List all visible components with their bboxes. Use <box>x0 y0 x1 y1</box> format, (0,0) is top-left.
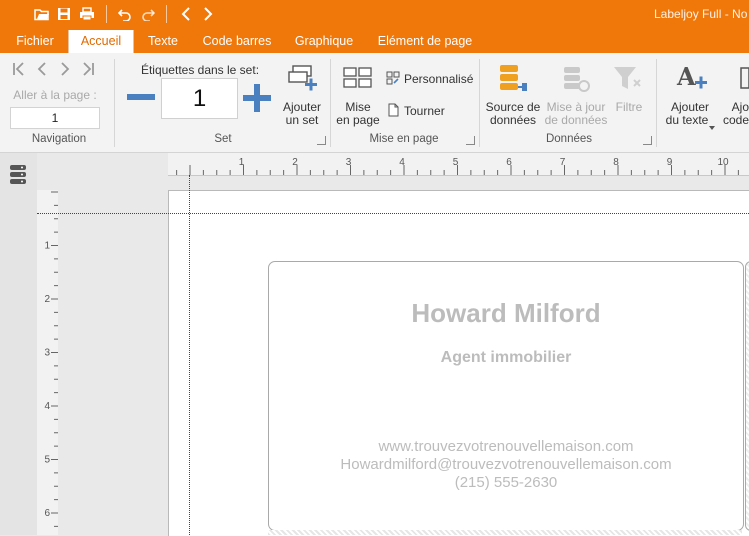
goto-page-input[interactable]: 1 <box>10 107 100 129</box>
ruler-label: 8 <box>613 157 619 168</box>
back-arrow-icon[interactable] <box>176 6 196 22</box>
horizontal-ruler-ticks: 1 2 3 4 5 6 7 8 9 10 <box>176 157 739 175</box>
horizontal-ruler[interactable]: 1 2 3 4 5 6 7 8 9 10 <box>168 153 749 176</box>
custom-layout-button[interactable]: Personnalisé <box>404 72 473 86</box>
ruler-label: 6 <box>44 508 50 519</box>
title-bar: Labeljoy Full - No Fichier Accueil Texte… <box>0 0 749 53</box>
group-label-navigation: Navigation <box>31 133 87 145</box>
vertical-ruler[interactable]: 1 2 3 4 5 6 <box>37 190 58 535</box>
page-layout-icon[interactable] <box>343 67 373 92</box>
last-page-icon[interactable] <box>81 62 95 79</box>
add-text-icon[interactable]: A <box>675 61 709 98</box>
print-icon[interactable] <box>77 6 97 22</box>
add-barcode-label-2[interactable]: code <box>721 114 749 127</box>
add-barcode-label-1[interactable]: Ajo <box>729 101 749 114</box>
ruler-label: 7 <box>560 157 566 168</box>
tab-graphique[interactable]: Graphique <box>288 30 360 53</box>
ruler-label: 2 <box>292 157 298 168</box>
page-layout-label-2[interactable]: en page <box>334 114 382 127</box>
separator <box>166 5 167 23</box>
save-icon[interactable] <box>54 6 74 22</box>
ruler-label: 1 <box>44 241 50 252</box>
update-data-label-2: de données <box>544 113 608 127</box>
window-title: Labeljoy Full - No <box>654 7 748 21</box>
goto-page-label: Aller à la page : <box>13 88 97 102</box>
ruler-label: 3 <box>44 348 50 359</box>
ribbon: Aller à la page : 1 Navigation Étiquette… <box>0 53 749 153</box>
tab-element-de-page[interactable]: Elément de page <box>372 30 478 53</box>
tab-texte[interactable]: Texte <box>138 30 188 53</box>
data-source-icon[interactable] <box>498 63 528 98</box>
rotate-button[interactable]: Tourner <box>404 104 445 118</box>
svg-text:A: A <box>676 62 696 91</box>
labels-in-set-title: Étiquettes dans le set: <box>140 63 260 77</box>
minus-icon[interactable] <box>126 89 156 108</box>
open-folder-icon[interactable] <box>32 6 52 22</box>
label-name[interactable]: Howard Milford <box>269 298 743 329</box>
separator <box>114 59 115 147</box>
tab-accueil[interactable]: Accueil <box>68 30 134 53</box>
group-label-set: Set <box>214 133 232 145</box>
add-set-icon[interactable] <box>287 64 319 97</box>
ruler-label: 5 <box>453 157 459 168</box>
set-options-launcher-icon[interactable] <box>317 136 326 145</box>
database-panel-icon[interactable] <box>9 164 27 189</box>
ruler-label: 1 <box>239 157 245 168</box>
ruler-label: 3 <box>346 157 352 168</box>
custom-layout-icon[interactable] <box>386 71 400 88</box>
group-label-data: Données <box>545 133 593 145</box>
forward-arrow-icon[interactable] <box>198 6 218 22</box>
data-options-launcher-icon[interactable] <box>643 136 652 145</box>
ruler-label: 4 <box>44 401 50 412</box>
ruler-label: 10 <box>717 157 729 168</box>
add-text-label-2[interactable]: du texte <box>663 114 711 127</box>
label-shadow-strip <box>268 530 742 535</box>
margin-guide-vertical <box>189 175 190 535</box>
rotate-icon[interactable] <box>386 103 400 120</box>
update-data-icon <box>562 65 592 98</box>
add-text-dropdown-icon[interactable] <box>709 119 715 133</box>
filter-icon <box>612 64 644 97</box>
separator <box>330 59 331 147</box>
label-role[interactable]: Agent immobilier <box>269 349 743 367</box>
filter-label: Filtre <box>615 100 643 114</box>
undo-icon[interactable] <box>115 6 135 22</box>
ruler-label: 6 <box>506 157 512 168</box>
first-page-icon[interactable] <box>12 62 26 79</box>
ruler-label: 4 <box>399 157 405 168</box>
data-source-label-2[interactable]: données <box>484 114 542 127</box>
previous-page-icon[interactable] <box>36 62 48 79</box>
labels-count-input[interactable]: 1 <box>161 78 238 119</box>
redo-icon[interactable] <box>138 6 158 22</box>
label-card[interactable]: Howard Milford Agent immobilier www.trou… <box>268 261 744 531</box>
separator <box>106 5 107 23</box>
margin-guide-horizontal <box>37 213 749 214</box>
layout-options-launcher-icon[interactable] <box>466 136 475 145</box>
side-panel <box>0 153 38 535</box>
tab-fichier[interactable]: Fichier <box>8 30 62 53</box>
add-set-label-2[interactable]: un set <box>276 114 328 127</box>
separator <box>656 59 657 147</box>
vertical-ruler-ticks: 1 2 3 4 5 6 <box>44 191 58 527</box>
label-phone[interactable]: (215) 555-2630 <box>269 474 743 491</box>
ruler-corner <box>37 153 168 190</box>
next-label-edge <box>745 261 749 531</box>
label-website[interactable]: www.trouvezvotrenouvellemaison.com <box>269 438 743 455</box>
ruler-label: 9 <box>667 157 673 168</box>
ruler-label: 2 <box>44 294 50 305</box>
separator <box>479 59 480 147</box>
group-label-layout: Mise en page <box>369 133 439 145</box>
next-page-icon[interactable] <box>59 62 71 79</box>
label-email[interactable]: Howardmilford@trouvezvotrenouvellemaison… <box>269 456 743 473</box>
tab-code-barres[interactable]: Code barres <box>196 30 278 53</box>
plus-icon[interactable] <box>242 83 272 116</box>
add-barcode-icon[interactable] <box>740 67 749 92</box>
ruler-label: 5 <box>44 455 50 466</box>
